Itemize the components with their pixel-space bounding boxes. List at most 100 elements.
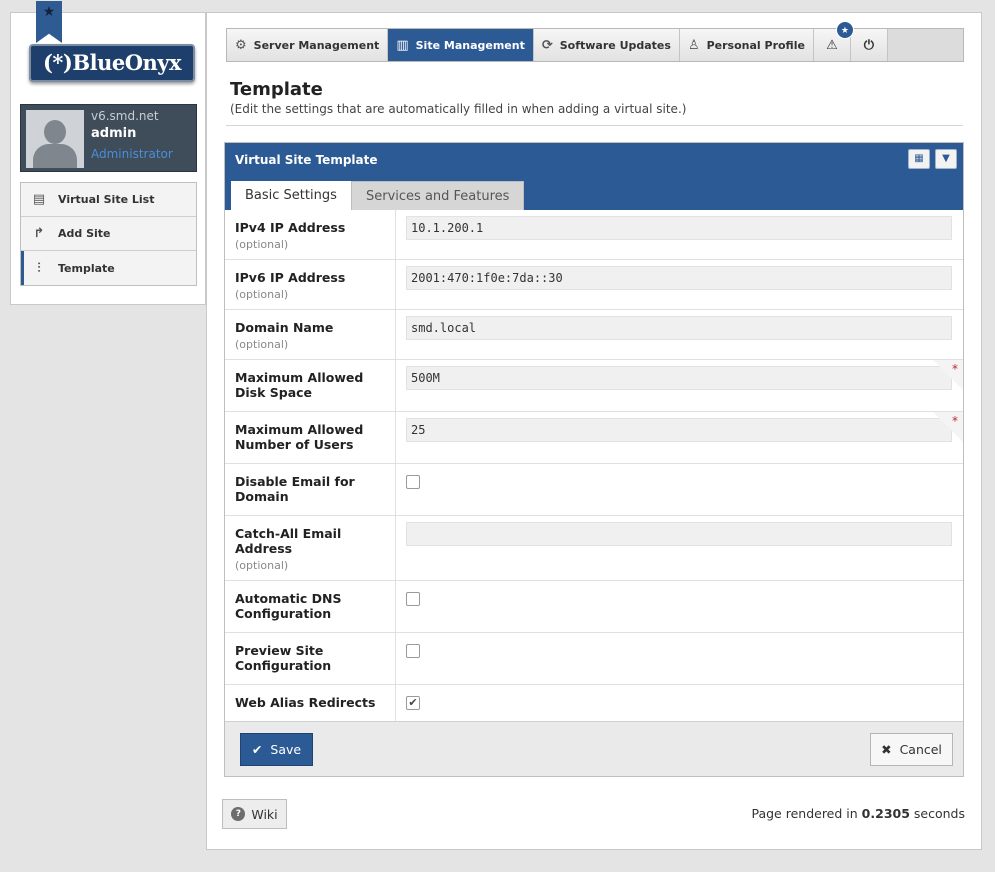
required-corner [933, 360, 963, 390]
required-marker: * [952, 414, 958, 428]
cancel-label: Cancel [899, 742, 942, 757]
wiki-button[interactable]: ? Wiki [222, 799, 287, 829]
power-icon: ⏻ [863, 37, 875, 53]
sidebar-item-add-site[interactable]: ↱ Add Site [21, 217, 196, 251]
field-label: Automatic DNS Configuration [235, 591, 342, 621]
grid-icon[interactable]: ▦ [908, 149, 930, 169]
row-web-alias: Web Alias Redirects ✔ [225, 685, 963, 722]
tab-server-management[interactable]: ⚙ Server Management [227, 29, 389, 61]
tab-software-updates[interactable]: ⟳ Software Updates [534, 29, 680, 61]
avatar [26, 110, 84, 168]
page-header: Template (Edit the settings that are aut… [230, 79, 686, 116]
help-icon: ? [231, 807, 246, 821]
domain-input[interactable]: smd.local [406, 316, 952, 340]
sidebar-item-template[interactable]: ⫶ Template [21, 251, 196, 285]
tab-label: Personal Profile [706, 38, 805, 52]
row-disk-space: Maximum Allowed Disk Space 500M * [225, 360, 963, 412]
disk-space-input[interactable]: 500M [406, 366, 952, 390]
sidebar-item-label: Add Site [58, 227, 111, 240]
save-label: Save [270, 742, 302, 757]
row-catch-all: Catch-All Email Address (optional) [225, 516, 963, 581]
gear-icon: ⚙ [235, 37, 247, 53]
row-domain: Domain Name (optional) smd.local [225, 310, 963, 360]
warning-icon: ⚠ [826, 37, 838, 53]
field-label: Preview Site Configuration [235, 643, 332, 673]
web-alias-checkbox[interactable]: ✔ [406, 696, 420, 710]
panel-title: Virtual Site Template [235, 152, 378, 167]
top-nav-filler [887, 29, 963, 61]
user-name: admin [91, 126, 137, 141]
sidebar-item-label: Template [58, 261, 115, 275]
panel-tabs: Basic Settings Services and Features [225, 176, 963, 210]
row-max-users: Maximum Allowed Number of Users 25 * [225, 412, 963, 464]
page-title: Template [230, 79, 323, 100]
field-label: Web Alias Redirects [235, 695, 376, 710]
row-disable-email: Disable Email for Domain [225, 464, 963, 516]
tab-label: Site Management [415, 38, 525, 52]
optional-note: (optional) [235, 288, 289, 301]
row-preview-site: Preview Site Configuration [225, 633, 963, 685]
sidebar-item-virtual-site-list[interactable]: ▤ Virtual Site List [21, 183, 196, 217]
chevron-down-icon[interactable]: ▼ [935, 149, 957, 169]
page-subtitle: (Edit the settings that are automaticall… [230, 102, 687, 116]
layout-icon: ▥ [396, 37, 409, 53]
render-time-value: 0.2305 [861, 806, 910, 821]
list-icon: ▤ [32, 192, 46, 207]
tab-services-and-features[interactable]: Services and Features [351, 181, 525, 210]
ipv4-input[interactable]: 10.1.200.1 [406, 216, 952, 240]
optional-note: (optional) [235, 238, 289, 251]
tab-label: Server Management [253, 38, 380, 52]
star-icon: ★ [42, 4, 56, 20]
catch-all-input[interactable] [406, 522, 952, 546]
sliders-icon: ⫶ [37, 260, 41, 276]
render-suffix: seconds [913, 806, 965, 821]
required-corner [933, 412, 963, 442]
form-rows: IPv4 IP Address (optional) 10.1.200.1 IPv… [225, 210, 963, 722]
panel-header: Virtual Site Template ▦ ▼ [225, 143, 963, 176]
wiki-label: Wiki [251, 806, 278, 822]
tab-basic-settings[interactable]: Basic Settings [231, 181, 351, 210]
person-icon: ♙ [687, 37, 700, 53]
field-label: IPv6 IP Address [235, 270, 346, 285]
auto-dns-checkbox[interactable] [406, 592, 420, 606]
sidebar-nav: ▤ Virtual Site List ↱ Add Site ⫶ Templat… [20, 182, 197, 286]
render-prefix: Page rendered in [751, 806, 858, 821]
logo[interactable]: (*)BlueOnyx [29, 44, 195, 82]
field-label: Domain Name [235, 320, 334, 335]
row-ipv6: IPv6 IP Address (optional) 2001:470:1f0e:… [225, 260, 963, 310]
tab-label: Software Updates [559, 38, 671, 52]
user-card: v6.smd.net admin Administrator [20, 104, 197, 172]
preview-site-checkbox[interactable] [406, 644, 420, 658]
logout-button[interactable]: ⏻ [851, 29, 888, 61]
user-host: v6.smd.net [91, 109, 159, 123]
tab-personal-profile[interactable]: ♙ Personal Profile [680, 29, 814, 61]
disable-email-checkbox[interactable] [406, 475, 420, 489]
render-time: Page rendered in 0.2305 seconds [751, 806, 965, 821]
divider [226, 125, 963, 126]
ipv6-input[interactable]: 2001:470:1f0e:7da::30 [406, 266, 952, 290]
panel-footer: ✔ Save ✖ Cancel [225, 721, 963, 776]
checkmark-icon: ✔ [408, 696, 418, 709]
refresh-icon: ⟳ [541, 37, 553, 53]
field-label: Disable Email for Domain [235, 474, 355, 504]
optional-note: (optional) [235, 338, 289, 351]
row-auto-dns: Automatic DNS Configuration [225, 581, 963, 633]
top-nav: ⚙ Server Management ▥ Site Management ⟳ … [226, 21, 964, 62]
share-arrow-icon: ↱ [33, 226, 45, 241]
cancel-button[interactable]: ✖ Cancel [870, 733, 953, 766]
check-icon: ✔ [251, 742, 263, 757]
save-button[interactable]: ✔ Save [240, 733, 313, 766]
alerts-button[interactable]: ⚠ ★ [814, 21, 854, 61]
template-panel: Virtual Site Template ▦ ▼ Basic Settings… [224, 142, 964, 777]
field-label: Maximum Allowed Disk Space [235, 370, 364, 400]
ribbon-bookmark: ★ [36, 1, 62, 43]
tab-site-management[interactable]: ▥ Site Management [388, 29, 534, 61]
field-label: IPv4 IP Address [235, 220, 346, 235]
row-ipv4: IPv4 IP Address (optional) 10.1.200.1 [225, 210, 963, 260]
left-column: ★ (*)BlueOnyx v6.smd.net admin Administr… [10, 1, 206, 305]
user-role[interactable]: Administrator [91, 147, 173, 161]
required-marker: * [952, 362, 958, 376]
max-users-input[interactable]: 25 [406, 418, 952, 442]
close-icon: ✖ [881, 742, 892, 757]
main-content: ⚙ Server Management ▥ Site Management ⟳ … [206, 12, 982, 850]
